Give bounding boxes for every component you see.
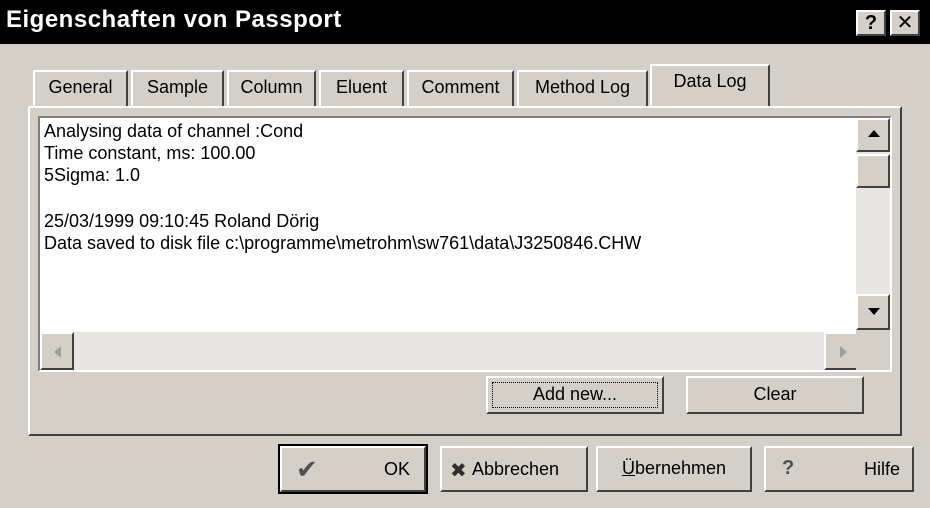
right-arrow-icon [840,346,847,358]
tab-data-log[interactable]: Data Log [650,64,770,106]
checkmark-icon: ✔ [296,454,318,484]
log-line: Data saved to disk file c:\programme\met… [44,233,642,253]
tab-method-log[interactable]: Method Log [517,70,648,108]
question-icon: ? [782,457,795,479]
up-arrow-icon [868,130,880,137]
add-new-label: Add new... [532,384,618,404]
left-arrow-icon [54,346,61,358]
scroll-left-button[interactable] [40,332,74,370]
scroll-down-button[interactable] [856,294,890,330]
down-arrow-icon [868,308,880,315]
title-bar: Eigenschaften von Passport ? ✕ [0,0,930,44]
scrollbar-corner [856,330,890,370]
clear-button[interactable]: Clear [686,376,864,414]
log-line: Analysing data of channel :Cond [44,121,304,141]
apply-label: bernehmen [634,458,727,478]
ok-label: OK [383,459,410,479]
vertical-scrollbar[interactable] [856,118,890,330]
ok-button[interactable]: ✔ OK [278,444,428,494]
cancel-button[interactable]: ✖ Abbrechen [440,446,588,492]
apply-mnemonic: Ü [621,458,635,478]
window-title: Eigenschaften von Passport [6,6,342,33]
cancel-label: Abbrechen [472,459,560,479]
tab-column[interactable]: Column [227,70,316,108]
help-label: Hilfe [863,459,900,479]
scroll-right-button[interactable] [824,332,858,370]
scroll-up-button[interactable] [856,118,890,152]
log-line: 25/03/1999 09:10:45 Roland Dörig [44,211,320,231]
tab-general[interactable]: General [33,70,128,108]
tab-eluent[interactable]: Eluent [319,70,404,108]
apply-button[interactable]: Übernehmen [596,446,752,492]
tab-panel: Analysing data of channel :Cond Time con… [28,106,902,436]
add-new-button[interactable]: Add new... [486,376,664,414]
close-button[interactable]: ✕ [890,10,920,36]
log-line: Time constant, ms: 100.00 [44,143,256,163]
log-line: 5Sigma: 1.0 [44,165,141,185]
clear-label: Clear [753,384,797,404]
tab-sample[interactable]: Sample [131,70,224,108]
help-title-button[interactable]: ? [856,10,886,36]
horizontal-scrollbar[interactable] [40,332,858,370]
tab-comment[interactable]: Comment [407,70,514,108]
cross-icon: ✖ [450,460,467,482]
help-button[interactable]: ? Hilfe [764,446,914,492]
data-log-textarea[interactable]: Analysing data of channel :Cond Time con… [38,116,892,372]
vertical-scroll-thumb[interactable] [856,154,890,188]
